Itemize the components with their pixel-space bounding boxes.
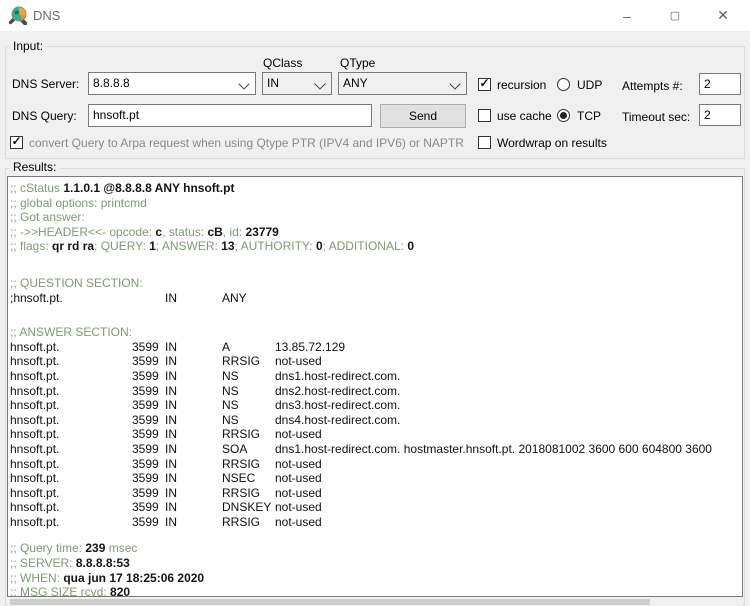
wordwrap-checkbox[interactable]: ✓ <box>478 136 491 149</box>
answer-record-row: hnsoft.pt. 3599 IN NS dns1.host-redirect.com… <box>10 368 401 383</box>
result-line: ;; flags: qr rd ra; QUERY: 1; ANSWER: 13… <box>10 239 414 254</box>
answer-record-row: hnsoft.pt. 3599 IN DNSKEY not-used <box>10 500 322 515</box>
tcp-label[interactable]: TCP <box>577 109 601 123</box>
chevron-down-icon[interactable] <box>314 78 326 90</box>
answer-record-row: hnsoft.pt. 3599 IN SOA dns1.host-redirect.co… <box>10 441 712 456</box>
qclass-combobox[interactable]: IN <box>262 72 332 95</box>
results-output-panel[interactable]: ;; cStatus 1.1.0.1 @8.8.8.8 ANY hnsoft.p… <box>7 176 743 597</box>
answer-record-row: hnsoft.pt. 3599 IN RRSIG not-used <box>10 427 322 442</box>
send-button[interactable]: Send <box>380 104 466 128</box>
answer-record-row: hnsoft.pt. 3599 IN RRSIG not-used <box>10 354 322 369</box>
answer-record-row: hnsoft.pt. 3599 IN NS dns3.host-redirect.com… <box>10 398 401 413</box>
recursion-label[interactable]: recursion <box>497 78 546 92</box>
result-line: ;; WHEN: qua jun 17 18:25:06 2020 <box>10 570 205 585</box>
result-blank-line <box>10 305 742 325</box>
maximize-button[interactable]: ▢ <box>652 0 698 31</box>
qtype-value: ANY <box>343 76 368 90</box>
result-line: ;; QUESTION SECTION: <box>10 275 143 290</box>
result-line: ;; global options: printcmd <box>10 195 147 210</box>
qclass-label: QClass <box>263 56 303 70</box>
close-button[interactable]: ✕ <box>700 0 746 31</box>
convert-arpa-label[interactable]: convert Query to Arpa request when using… <box>29 136 464 150</box>
use-cache-checkbox[interactable]: ✓ <box>478 109 491 122</box>
chevron-down-icon[interactable] <box>238 78 250 90</box>
qclass-value: IN <box>267 76 279 90</box>
window-title: DNS <box>33 8 61 23</box>
qtype-combobox[interactable]: ANY <box>338 72 467 95</box>
result-line: ;; cStatus 1.1.0.1 @8.8.8.8 ANY hnsoft.p… <box>10 181 235 195</box>
result-line: ;; MSG SIZE rcvd: 820 <box>10 585 131 597</box>
result-line: ;; Query time: 239 msec <box>10 541 138 556</box>
attempts-label: Attempts #: <box>622 79 683 93</box>
timeout-input[interactable]: 2 <box>699 104 741 126</box>
dns-server-label: DNS Server: <box>12 77 80 91</box>
answer-record-row: hnsoft.pt. 3599 IN RRSIG not-used <box>10 485 322 500</box>
scrollbar-thumb[interactable] <box>10 599 650 605</box>
result-blank-line <box>10 529 742 541</box>
dns-query-label: DNS Query: <box>12 109 77 123</box>
result-blank-line <box>10 254 742 276</box>
chevron-down-icon[interactable] <box>449 78 461 90</box>
answer-record-row: hnsoft.pt. 3599 IN NS dns4.host-redirect.com… <box>10 412 401 427</box>
udp-radio[interactable] <box>557 78 570 91</box>
titlebar: DNS – ▢ ✕ <box>0 0 750 31</box>
use-cache-label[interactable]: use cache <box>497 109 552 123</box>
result-line: ;; ANSWER SECTION: <box>10 325 133 340</box>
dns-server-value: 8.8.8.8 <box>93 76 130 90</box>
input-legend: Input: <box>9 39 48 53</box>
question-row: ;hnsoft.pt. IN ANY <box>10 290 247 305</box>
result-line: ;; Got answer: <box>10 210 85 225</box>
wordwrap-label[interactable]: Wordwrap on results <box>497 136 607 150</box>
answer-record-row: hnsoft.pt. 3599 IN RRSIG not-used <box>10 456 322 471</box>
convert-arpa-checkbox[interactable]: ✓ <box>10 135 23 149</box>
results-legend: Results: <box>9 160 61 174</box>
attempts-input[interactable]: 2 <box>699 73 741 95</box>
dns-query-input[interactable]: hnsoft.pt <box>88 104 372 127</box>
minimize-button[interactable]: – <box>604 0 650 31</box>
horizontal-scrollbar[interactable] <box>8 598 742 606</box>
answer-record-row: hnsoft.pt. 3599 IN NSEC not-used <box>10 471 322 486</box>
dns-app-window: DNS – ▢ ✕ Input: DNS Server: 8.8.8.8 QCl… <box>0 0 750 606</box>
answer-record-row: hnsoft.pt. 3599 IN RRSIG not-used <box>10 514 322 529</box>
result-line: ;; ->>HEADER<<- opcode: c, status: cB, i… <box>10 224 279 239</box>
tcp-radio[interactable] <box>557 109 570 122</box>
recursion-checkbox[interactable]: ✓ <box>478 77 491 91</box>
qtype-label: QType <box>340 56 376 70</box>
answer-record-row: hnsoft.pt. 3599 IN NS dns2.host-redirect.com… <box>10 383 401 398</box>
app-magnifier-icon <box>8 6 27 25</box>
timeout-label: Timeout sec: <box>622 110 691 124</box>
dns-server-combobox[interactable]: 8.8.8.8 <box>88 72 256 95</box>
answer-record-row: hnsoft.pt. 3599 IN A 13.85.72.129 <box>10 339 346 354</box>
udp-label[interactable]: UDP <box>577 78 602 92</box>
result-line: ;; SERVER: 8.8.8.8:53 <box>10 556 130 571</box>
